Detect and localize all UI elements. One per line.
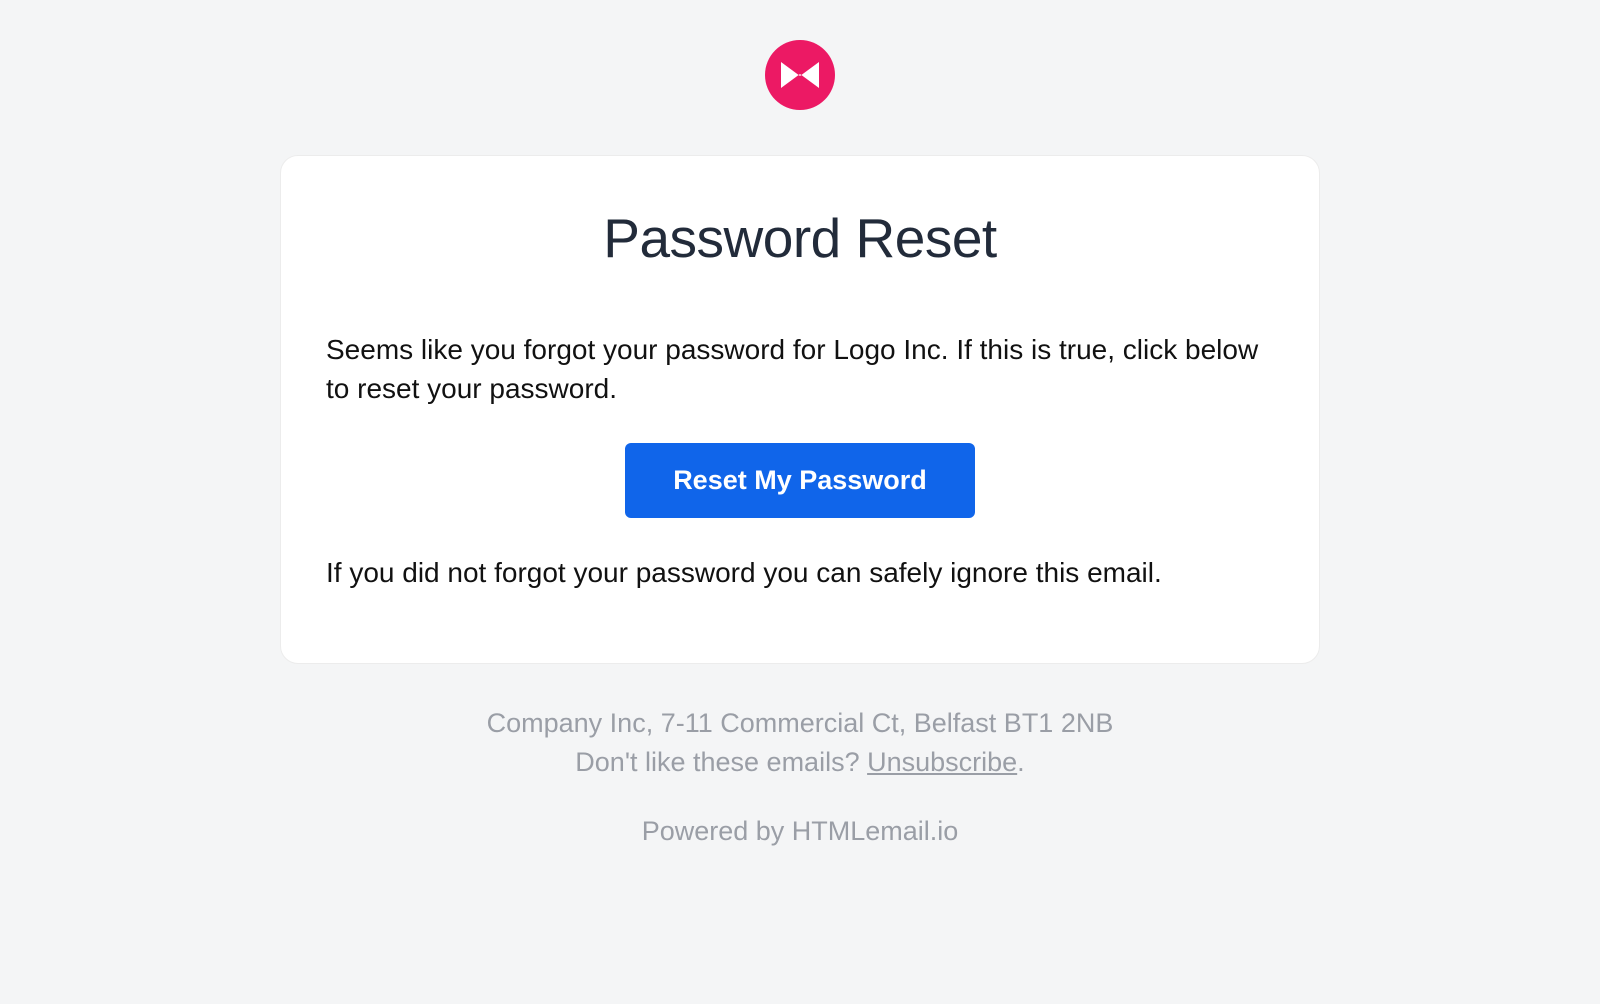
- ignore-text: If you did not forgot your password you …: [326, 553, 1274, 592]
- page-title: Password Reset: [326, 206, 1274, 270]
- logo-container: [280, 40, 1320, 115]
- footer-address-block: Company Inc, 7-11 Commercial Ct, Belfast…: [280, 704, 1320, 782]
- footer-address: Company Inc, 7-11 Commercial Ct, Belfast…: [280, 704, 1320, 743]
- reset-password-button[interactable]: Reset My Password: [625, 443, 975, 518]
- email-container: Password Reset Seems like you forgot you…: [280, 40, 1320, 851]
- powered-by: Powered by HTMLemail.io: [280, 812, 1320, 851]
- intro-text: Seems like you forgot your password for …: [326, 330, 1274, 408]
- unsubscribe-suffix: .: [1017, 747, 1025, 777]
- unsubscribe-link[interactable]: Unsubscribe: [867, 747, 1017, 777]
- bowtie-logo-icon: [765, 40, 835, 115]
- unsubscribe-prompt: Don't like these emails?: [575, 747, 867, 777]
- button-container: Reset My Password: [326, 443, 1274, 518]
- email-footer: Company Inc, 7-11 Commercial Ct, Belfast…: [280, 704, 1320, 851]
- email-card: Password Reset Seems like you forgot you…: [280, 155, 1320, 664]
- footer-unsubscribe-line: Don't like these emails? Unsubscribe.: [280, 743, 1320, 782]
